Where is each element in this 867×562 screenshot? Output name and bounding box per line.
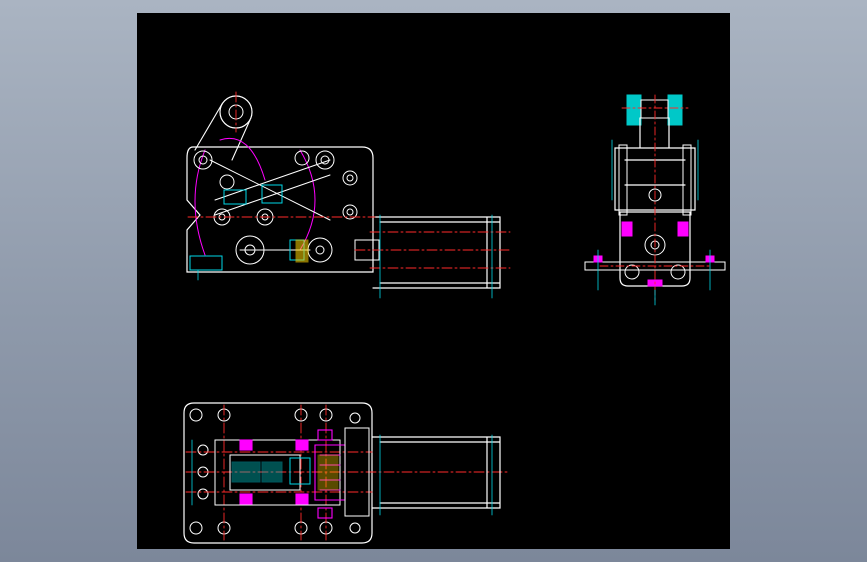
top-view (183, 402, 509, 544)
cylinder-body (372, 216, 501, 289)
jaw-left (626, 94, 642, 126)
top-cylinder (371, 436, 501, 509)
front-detail-boxes (189, 184, 305, 271)
front-dim-lines (197, 214, 493, 299)
front-plate-outline (186, 146, 374, 273)
motion-arc-3 (219, 138, 266, 181)
front-pivots (193, 150, 358, 265)
jaw-center (640, 99, 669, 119)
front-view (186, 91, 513, 299)
cad-drawing (183, 91, 726, 544)
side-magenta-parts (593, 221, 715, 287)
jaw-right (667, 94, 683, 126)
roller-arm (194, 103, 251, 161)
top-gear-stack (317, 454, 339, 491)
drawing-sheet (137, 13, 730, 549)
top-cyan-parts (231, 457, 311, 485)
front-centerlines (187, 91, 513, 269)
front-gear-block (295, 239, 309, 263)
cad-viewer (0, 0, 867, 562)
link-bars (209, 159, 331, 251)
side-view (584, 94, 726, 306)
